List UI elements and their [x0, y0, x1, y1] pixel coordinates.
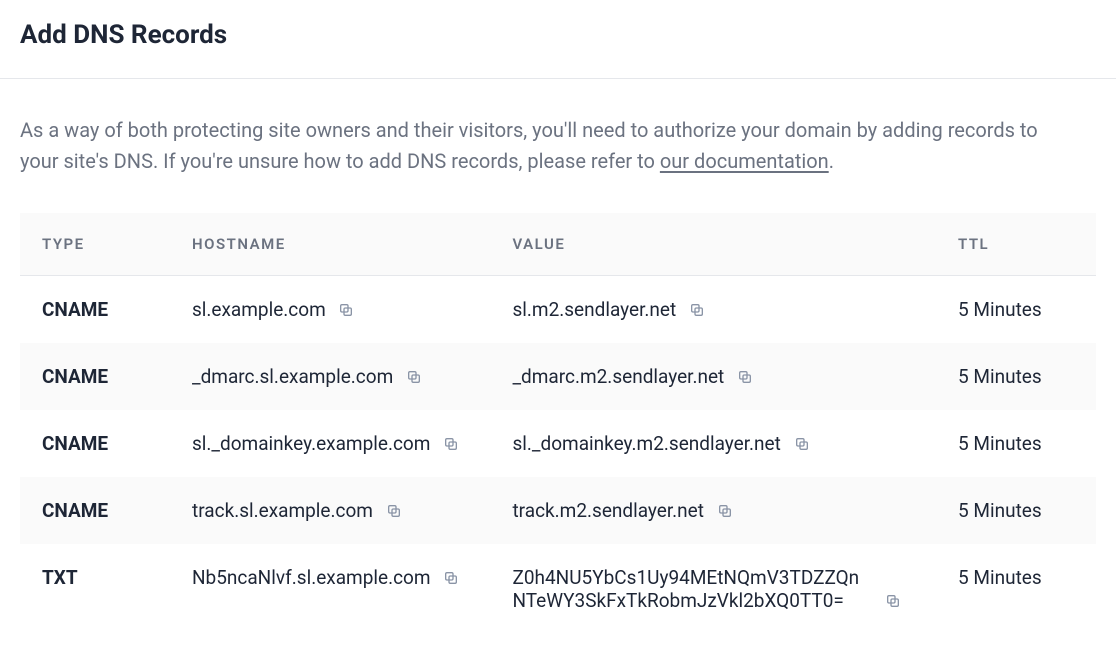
- cell-type: CNAME: [20, 343, 170, 410]
- value-text: _dmarc.m2.sendlayer.net: [512, 365, 724, 388]
- cell-ttl: 5 Minutes: [936, 477, 1096, 544]
- hostname-text: _dmarc.sl.example.com: [192, 365, 393, 388]
- copy-icon[interactable]: [443, 570, 459, 586]
- title-divider: [0, 78, 1116, 79]
- value-text: sl.m2.sendlayer.net: [512, 298, 676, 321]
- cell-hostname: sl._domainkey.example.com: [170, 410, 490, 477]
- copy-icon[interactable]: [885, 593, 901, 609]
- page-title: Add DNS Records: [20, 20, 1096, 50]
- cell-ttl: 5 Minutes: [936, 276, 1096, 344]
- dns-records-table: TYPE HOSTNAME VALUE TTL CNAME sl.example…: [20, 213, 1096, 634]
- copy-icon[interactable]: [338, 302, 354, 318]
- cell-ttl: 5 Minutes: [936, 410, 1096, 477]
- cell-value: track.m2.sendlayer.net: [490, 477, 936, 544]
- value-text: track.m2.sendlayer.net: [512, 499, 704, 522]
- cell-hostname: sl.example.com: [170, 276, 490, 344]
- cell-type: CNAME: [20, 276, 170, 344]
- description-suffix: .: [829, 149, 834, 173]
- documentation-link[interactable]: our documentation: [660, 149, 829, 173]
- copy-icon[interactable]: [386, 503, 402, 519]
- header-value: VALUE: [490, 213, 936, 276]
- cell-ttl: 5 Minutes: [936, 343, 1096, 410]
- table-row: CNAME sl._domainkey.example.com sl._doma…: [20, 410, 1096, 477]
- header-type: TYPE: [20, 213, 170, 276]
- cell-ttl: 5 Minutes: [936, 544, 1096, 634]
- copy-icon[interactable]: [737, 369, 753, 385]
- description-prefix: As a way of both protecting site owners …: [20, 118, 1038, 173]
- header-hostname: HOSTNAME: [170, 213, 490, 276]
- cell-hostname: track.sl.example.com: [170, 477, 490, 544]
- table-row: TXT Nb5ncaNlvf.sl.example.com Z0h4NU5YbC…: [20, 544, 1096, 634]
- copy-icon[interactable]: [794, 436, 810, 452]
- header-ttl: TTL: [936, 213, 1096, 276]
- value-text: Z0h4NU5YbCs1Uy94MEtNQmV3TDZZQnNTeWY3SkFx…: [512, 566, 872, 612]
- cell-type: CNAME: [20, 410, 170, 477]
- copy-icon[interactable]: [717, 503, 733, 519]
- description-text: As a way of both protecting site owners …: [20, 115, 1080, 177]
- table-row: CNAME _dmarc.sl.example.com _dmarc.m2.se…: [20, 343, 1096, 410]
- hostname-text: sl.example.com: [192, 298, 326, 321]
- cell-type: CNAME: [20, 477, 170, 544]
- table-row: CNAME track.sl.example.com track.m2.send…: [20, 477, 1096, 544]
- hostname-text: track.sl.example.com: [192, 499, 373, 522]
- cell-value: Z0h4NU5YbCs1Uy94MEtNQmV3TDZZQnNTeWY3SkFx…: [490, 544, 936, 634]
- copy-icon[interactable]: [443, 436, 459, 452]
- cell-type: TXT: [20, 544, 170, 634]
- table-row: CNAME sl.example.com sl.m2.sendlayer.net: [20, 276, 1096, 344]
- cell-hostname: Nb5ncaNlvf.sl.example.com: [170, 544, 490, 634]
- cell-value: sl._domainkey.m2.sendlayer.net: [490, 410, 936, 477]
- cell-value: sl.m2.sendlayer.net: [490, 276, 936, 344]
- hostname-text: Nb5ncaNlvf.sl.example.com: [192, 566, 431, 589]
- hostname-text: sl._domainkey.example.com: [192, 432, 430, 455]
- cell-hostname: _dmarc.sl.example.com: [170, 343, 490, 410]
- table-header-row: TYPE HOSTNAME VALUE TTL: [20, 213, 1096, 276]
- copy-icon[interactable]: [689, 302, 705, 318]
- value-text: sl._domainkey.m2.sendlayer.net: [512, 432, 780, 455]
- cell-value: _dmarc.m2.sendlayer.net: [490, 343, 936, 410]
- copy-icon[interactable]: [406, 369, 422, 385]
